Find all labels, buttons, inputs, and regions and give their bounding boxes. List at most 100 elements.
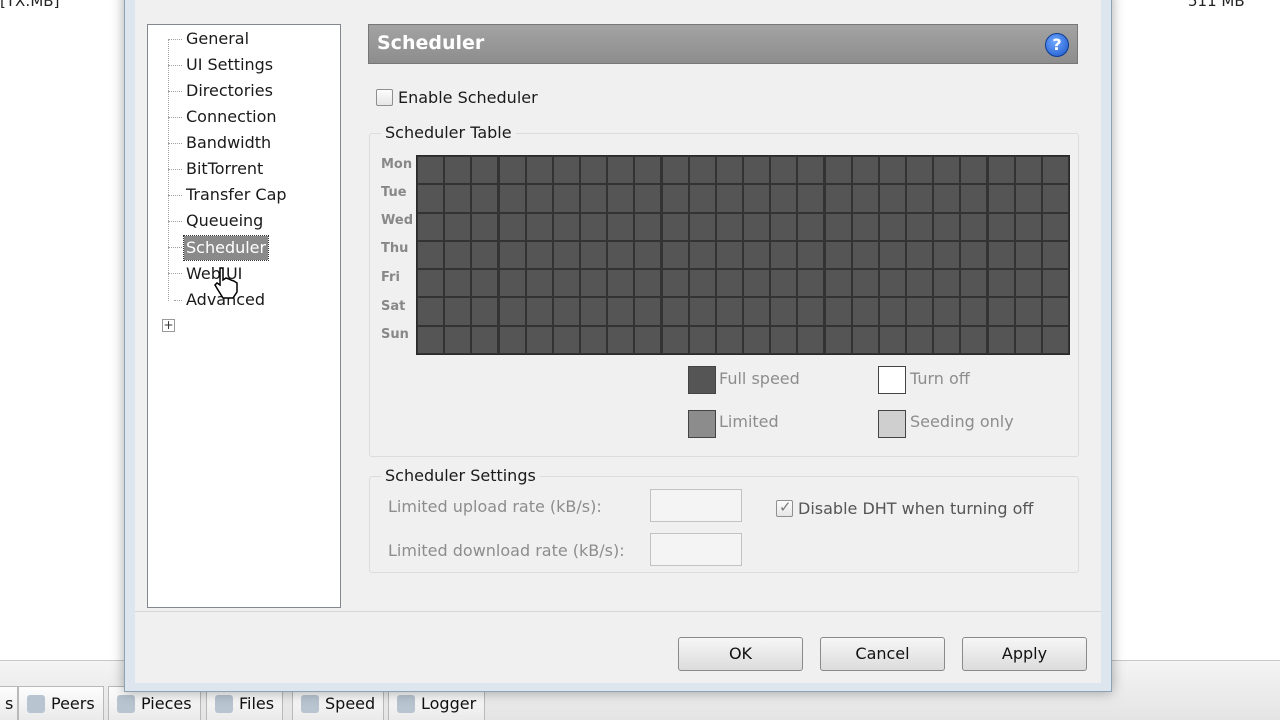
scheduler-cell[interactable] (581, 213, 607, 240)
scheduler-cell[interactable] (689, 213, 715, 240)
scheduler-cell[interactable] (553, 270, 579, 297)
scheduler-cell[interactable] (1042, 213, 1068, 240)
tree-item-ui-settings[interactable]: UI Settings (184, 53, 275, 77)
scheduler-cell[interactable] (662, 213, 688, 240)
scheduler-cell[interactable] (635, 270, 661, 297)
scheduler-cell[interactable] (825, 157, 851, 184)
scheduler-cell[interactable] (825, 270, 851, 297)
scheduler-cell[interactable] (581, 157, 607, 184)
scheduler-cell[interactable] (662, 157, 688, 184)
scheduler-cell[interactable] (852, 326, 878, 353)
scheduler-cell[interactable] (526, 213, 552, 240)
scheduler-cell[interactable] (825, 326, 851, 353)
scheduler-cell[interactable] (526, 157, 552, 184)
scheduler-cell[interactable] (1042, 298, 1068, 325)
scheduler-cell[interactable] (934, 270, 960, 297)
scheduler-cell[interactable] (771, 298, 797, 325)
scheduler-cell[interactable] (744, 157, 770, 184)
scheduler-cell[interactable] (635, 213, 661, 240)
scheduler-cell[interactable] (445, 157, 471, 184)
scheduler-cell[interactable] (635, 298, 661, 325)
scheduler-cell[interactable] (798, 270, 824, 297)
scheduler-cell[interactable] (771, 270, 797, 297)
scheduler-cell[interactable] (716, 185, 742, 212)
tree-item-directories[interactable]: Directories (184, 79, 275, 103)
tree-item-bandwidth[interactable]: Bandwidth (184, 131, 273, 155)
help-icon[interactable]: ? (1045, 33, 1069, 57)
scheduler-cell[interactable] (961, 241, 987, 269)
scheduler-cell[interactable] (907, 298, 933, 325)
scheduler-cell[interactable] (716, 298, 742, 325)
scheduler-cell[interactable] (744, 185, 770, 212)
tree-item-connection[interactable]: Connection (184, 105, 279, 129)
scheduler-cell[interactable] (988, 157, 1014, 184)
scheduler-cell[interactable] (526, 241, 552, 269)
scheduler-cell[interactable] (526, 185, 552, 212)
scheduler-cell[interactable] (744, 213, 770, 240)
scheduler-cell[interactable] (445, 185, 471, 212)
scheduler-cell[interactable] (418, 157, 444, 184)
scheduler-cell[interactable] (716, 326, 742, 353)
scheduler-cell[interactable] (553, 213, 579, 240)
scheduler-cell[interactable] (581, 326, 607, 353)
cancel-button[interactable]: Cancel (820, 637, 945, 671)
scheduler-cell[interactable] (771, 157, 797, 184)
scheduler-cell[interactable] (445, 270, 471, 297)
scheduler-cell[interactable] (1042, 326, 1068, 353)
scheduler-cell[interactable] (907, 185, 933, 212)
scheduler-cell[interactable] (798, 241, 824, 269)
scheduler-cell[interactable] (744, 326, 770, 353)
scheduler-cell[interactable] (445, 241, 471, 269)
scheduler-cell[interactable] (662, 298, 688, 325)
scheduler-cell[interactable] (472, 241, 498, 269)
scheduler-cell[interactable] (879, 157, 905, 184)
scheduler-cell[interactable] (798, 213, 824, 240)
scheduler-cell[interactable] (934, 157, 960, 184)
scheduler-cell[interactable] (961, 185, 987, 212)
scheduler-cell[interactable] (553, 185, 579, 212)
scheduler-cell[interactable] (934, 213, 960, 240)
scheduler-cell[interactable] (988, 185, 1014, 212)
scheduler-cell[interactable] (961, 213, 987, 240)
scheduler-cell[interactable] (662, 270, 688, 297)
tree-item-queueing[interactable]: Queueing (184, 209, 265, 233)
scheduler-cell[interactable] (1042, 241, 1068, 269)
scheduler-cell[interactable] (852, 157, 878, 184)
enable-scheduler-checkbox[interactable] (376, 89, 393, 106)
scheduler-cell[interactable] (716, 270, 742, 297)
tree-item-general[interactable]: General (184, 27, 251, 51)
scheduler-cell[interactable] (608, 213, 634, 240)
scheduler-cell[interactable] (852, 241, 878, 269)
scheduler-cell[interactable] (988, 241, 1014, 269)
scheduler-cell[interactable] (608, 157, 634, 184)
scheduler-cell[interactable] (744, 298, 770, 325)
scheduler-cell[interactable] (825, 298, 851, 325)
scheduler-cell[interactable] (662, 326, 688, 353)
scheduler-cell[interactable] (1015, 298, 1041, 325)
scheduler-cell[interactable] (744, 241, 770, 269)
scheduler-cell[interactable] (689, 326, 715, 353)
scheduler-cell[interactable] (499, 270, 525, 297)
scheduler-cell[interactable] (771, 185, 797, 212)
scheduler-cell[interactable] (879, 185, 905, 212)
scheduler-cell[interactable] (961, 326, 987, 353)
scheduler-cell[interactable] (499, 241, 525, 269)
scheduler-cell[interactable] (608, 326, 634, 353)
scheduler-cell[interactable] (472, 298, 498, 325)
scheduler-cell[interactable] (852, 270, 878, 297)
scheduler-cell[interactable] (1042, 185, 1068, 212)
scheduler-cell[interactable] (798, 185, 824, 212)
scheduler-cell[interactable] (1015, 270, 1041, 297)
scheduler-cell[interactable] (472, 157, 498, 184)
apply-button[interactable]: Apply (962, 637, 1087, 671)
scheduler-cell[interactable] (689, 298, 715, 325)
background-tab-0[interactable]: s (0, 686, 18, 720)
scheduler-cell[interactable] (907, 213, 933, 240)
disable-dht-label[interactable]: Disable DHT when turning off (798, 499, 1033, 518)
disable-dht-checkbox[interactable] (776, 498, 793, 517)
tree-item-transfer-cap[interactable]: Transfer Cap (184, 183, 289, 207)
scheduler-cell[interactable] (1015, 241, 1041, 269)
scheduler-cell[interactable] (472, 326, 498, 353)
scheduler-cell[interactable] (608, 185, 634, 212)
scheduler-cell[interactable] (961, 298, 987, 325)
